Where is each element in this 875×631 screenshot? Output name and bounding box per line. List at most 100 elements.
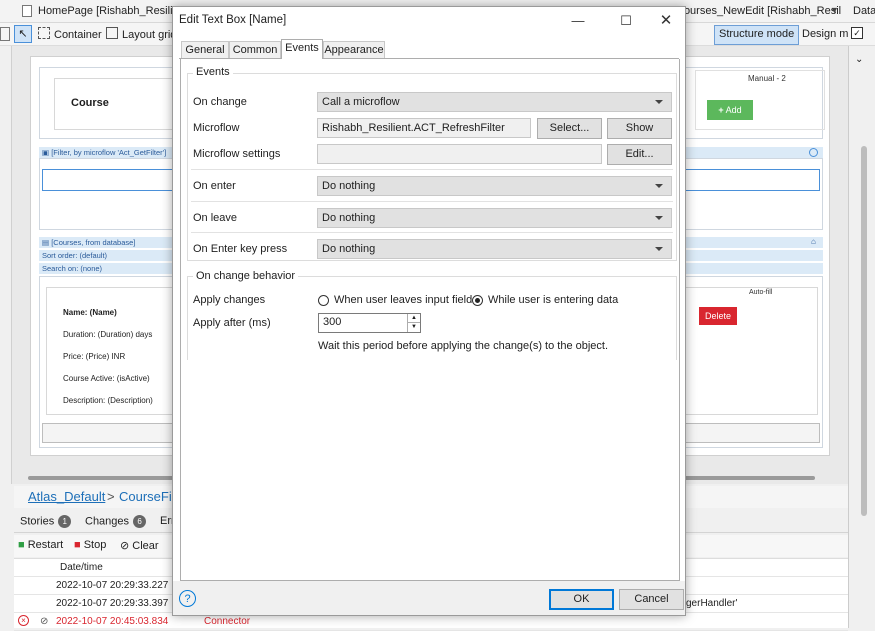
on-enter-key-label: On Enter key press xyxy=(193,243,288,255)
dialog-title: Edit Text Box [Name] xyxy=(179,14,287,26)
manual-label: Manual - 2 xyxy=(748,74,786,83)
title-box: Course xyxy=(54,78,184,130)
filter-caption-text: [Filter, by microflow 'Act_GetFilter'] xyxy=(51,148,167,157)
events-group-label: Events xyxy=(193,66,233,78)
dialog-tabs: General Common Events Appearance xyxy=(179,39,679,60)
structure-mode-button[interactable]: Structure mode xyxy=(714,25,800,45)
cancel-button[interactable]: Cancel xyxy=(619,589,684,610)
doc-tab-homepage[interactable]: HomePage [Rishabh_Resilient] xyxy=(16,0,198,22)
clear-icon: ⊘ xyxy=(120,540,130,552)
lock-icon: ⌂ xyxy=(811,237,816,246)
plus-icon: + xyxy=(718,105,724,115)
stop-icon: ■ xyxy=(74,539,81,551)
clear-button[interactable]: ⊘ Clear xyxy=(120,539,159,552)
divider xyxy=(191,232,673,233)
grid-icon[interactable] xyxy=(0,27,10,41)
tab-stories[interactable]: Stories 1 xyxy=(20,515,72,528)
right-side-panel: ⌄ xyxy=(848,46,875,628)
checkbox-icon[interactable]: ✓ xyxy=(851,27,863,39)
tab-general[interactable]: General xyxy=(181,41,229,58)
left-gutter xyxy=(0,46,12,484)
stop-button[interactable]: ■ Stop xyxy=(74,539,106,551)
chevron-down-icon[interactable]: ▼ xyxy=(830,5,839,15)
radio-while-entering[interactable] xyxy=(472,295,483,306)
edit-settings-button[interactable]: Edit... xyxy=(607,144,672,165)
container-label: Container xyxy=(54,29,102,41)
events-tab-content: Events On change Call a microflow Microf… xyxy=(180,59,680,581)
doc-tab-data[interactable]: Data xyxy=(847,0,875,22)
spin-down-icon[interactable]: ▼ xyxy=(407,323,420,332)
restart-button[interactable]: ■ Restart xyxy=(18,539,63,551)
field-price: Price: (Price) INR xyxy=(63,352,126,361)
apply-after-value: 300 xyxy=(323,316,342,328)
radio-while-entering-label[interactable]: While user is entering data xyxy=(488,293,618,307)
breadcrumb-separator: > xyxy=(107,489,115,504)
dialog-titlebar: Edit Text Box [Name] — ☐ ✕ xyxy=(173,7,685,35)
field-name: Name: (Name) xyxy=(63,308,117,317)
spin-up-icon[interactable]: ▲ xyxy=(407,314,420,323)
select-microflow-button[interactable]: Select... xyxy=(537,118,602,139)
microflow-settings-field[interactable] xyxy=(317,144,602,164)
doc-tab-label: Courses_NewEdit [Rishabh_Resil xyxy=(676,5,842,17)
ok-button[interactable]: OK xyxy=(549,589,614,610)
on-change-label: On change xyxy=(193,96,247,108)
maximize-icon[interactable]: ☐ xyxy=(611,10,641,32)
layout-grid-label: Layout grid xyxy=(122,29,177,41)
apply-changes-label: Apply changes xyxy=(193,294,266,306)
container-tool[interactable]: Container xyxy=(38,27,102,42)
apply-after-stepper[interactable]: 300 ▲ ▼ xyxy=(318,313,421,333)
minimize-icon[interactable]: — xyxy=(563,10,593,32)
chevron-down-icon xyxy=(655,216,663,220)
delete-button[interactable]: Delete xyxy=(699,307,737,325)
listview-icon: ▤ xyxy=(42,238,50,247)
close-icon[interactable]: ✕ xyxy=(651,10,681,32)
chevron-down-icon[interactable]: ⌄ xyxy=(855,54,863,65)
add-button[interactable]: + Add xyxy=(707,100,753,120)
on-enter-label: On enter xyxy=(193,180,236,192)
stories-count-badge: 1 xyxy=(58,515,72,528)
autofill-label: Auto-fill xyxy=(749,289,773,296)
edit-text-box-dialog: Edit Text Box [Name] — ☐ ✕ General Commo… xyxy=(172,6,686,616)
add-button-label: Add xyxy=(725,105,742,115)
dialog-footer: ? OK Cancel xyxy=(173,581,685,615)
breadcrumb-page[interactable]: CourseFilt xyxy=(119,489,178,504)
layout-grid-tool[interactable]: Layout grid xyxy=(106,27,176,42)
tab-events[interactable]: Events xyxy=(281,39,323,60)
changes-count-badge: 6 xyxy=(133,515,147,528)
chevron-down-icon xyxy=(655,184,663,188)
microflow-field[interactable]: Rishabh_Resilient.ACT_RefreshFilter xyxy=(317,118,531,138)
refresh-icon[interactable] xyxy=(809,148,818,157)
help-icon[interactable]: ? xyxy=(179,590,196,607)
radio-when-leaving[interactable] xyxy=(318,295,329,306)
tab-changes[interactable]: Changes 6 xyxy=(85,515,147,528)
breadcrumb-layout[interactable]: Atlas_Default xyxy=(28,489,105,504)
field-description: Description: (Description) xyxy=(63,396,153,405)
behavior-group-label: On change behavior xyxy=(193,270,299,282)
on-enter-select[interactable]: Do nothing xyxy=(317,176,672,196)
vertical-scrollbar[interactable] xyxy=(861,146,867,516)
on-leave-value: Do nothing xyxy=(322,212,376,224)
field-duration: Duration: (Duration) days xyxy=(63,330,153,339)
doc-tab-label: HomePage [Rishabh_Resilient] xyxy=(38,5,191,17)
microflow-label: Microflow xyxy=(193,122,240,134)
on-change-select[interactable]: Call a microflow xyxy=(317,92,672,112)
radio-when-leaving-label[interactable]: When user leaves input field xyxy=(334,293,472,307)
error-icon: × xyxy=(18,615,29,626)
on-enter-key-select[interactable]: Do nothing xyxy=(317,239,672,259)
layout-grid-icon xyxy=(106,27,118,39)
doc-tab-label: Data xyxy=(853,5,875,17)
design-mode-button[interactable]: Design m xyxy=(802,27,848,42)
field-active: Course Active: (isActive) xyxy=(63,374,150,383)
restart-icon: ■ xyxy=(18,539,25,551)
show-microflow-button[interactable]: Show xyxy=(607,118,672,139)
pointer-icon[interactable]: ↖ xyxy=(14,25,32,43)
container-icon xyxy=(38,27,50,39)
tab-common[interactable]: Common xyxy=(229,41,281,58)
list-caption-text: [Courses, from database] xyxy=(51,238,136,247)
course-title: Course xyxy=(71,97,109,109)
tab-appearance[interactable]: Appearance xyxy=(323,41,385,58)
microflow-settings-label: Microflow settings xyxy=(193,148,281,160)
on-leave-select[interactable]: Do nothing xyxy=(317,208,672,228)
divider xyxy=(191,169,673,170)
on-enter-key-value: Do nothing xyxy=(322,243,376,255)
